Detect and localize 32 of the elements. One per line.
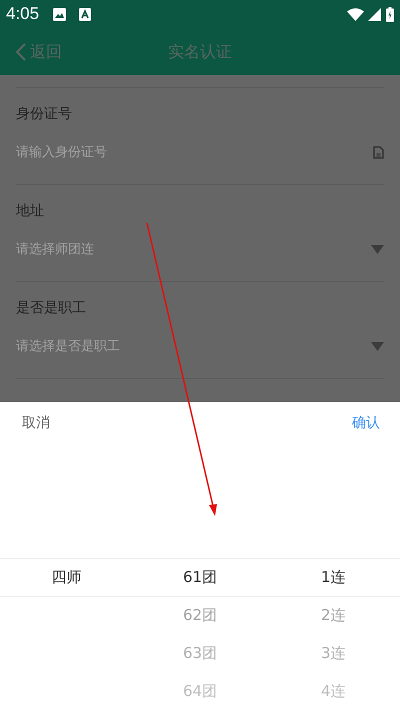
picker-option[interactable]: 61团 [182,558,218,596]
confirm-button[interactable]: 确认 [352,412,380,434]
picker-option[interactable]: 62团 [182,596,218,634]
image-icon [53,8,66,20]
cancel-button[interactable]: 取消 [22,412,50,434]
picker-option[interactable]: 4连 [321,672,346,710]
picker-option[interactable]: 64团 [182,672,218,710]
signal-icon [368,8,381,20]
field-label: 地址 [16,202,45,221]
picker-option[interactable]: 63团 [182,634,218,672]
status-time: 4:05 [6,3,40,26]
dropdown-caret-icon [371,245,384,254]
battery-icon [386,6,394,22]
placeholder-text: 请输入身份证号 [16,144,107,162]
document-icon [373,146,384,160]
field-label: 是否是职工 [16,299,87,318]
picker-option[interactable]: 2连 [321,596,346,634]
input-field[interactable]: 请输入身份证号 [16,143,384,162]
wifi-icon [347,8,364,20]
app-icon [79,8,92,20]
dropdown-caret-icon [371,342,384,352]
page-title: 实名认证 [168,40,232,62]
back-button[interactable]: 返回 [16,40,62,64]
field-label: 身份证号 [16,105,73,124]
placeholder-text: 请选择师团连 [16,241,94,259]
chevron-left-icon [16,42,26,60]
select-field[interactable]: 请选择师团连 [16,240,384,260]
picker-option[interactable]: 3连 [321,634,346,672]
picker-option[interactable]: 1连 [321,558,346,596]
select-field[interactable]: 请选择是否是职工 [16,337,384,356]
placeholder-text: 请选择是否是职工 [16,338,120,356]
picker-option[interactable]: 四师 [52,558,82,596]
